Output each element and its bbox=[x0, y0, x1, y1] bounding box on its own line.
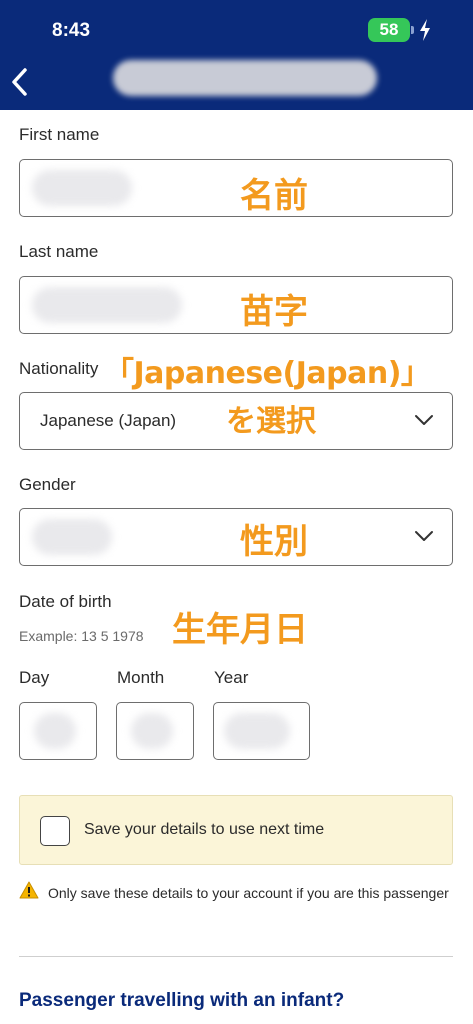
chevron-down-icon bbox=[415, 531, 433, 541]
redacted-value bbox=[34, 713, 76, 749]
dob-hint: Example: 13 5 1978 bbox=[19, 628, 144, 644]
chevron-down-icon bbox=[415, 415, 433, 425]
first-name-label: First name bbox=[19, 125, 100, 144]
annotation-first-name: 名前 bbox=[240, 176, 308, 216]
gender-select[interactable] bbox=[19, 508, 453, 566]
first-name-input[interactable] bbox=[19, 159, 453, 217]
warning-text: Only save these details to your account … bbox=[48, 885, 449, 901]
warning-icon bbox=[19, 881, 39, 899]
annotation-dob: 生年月日 bbox=[172, 610, 308, 650]
redacted-value bbox=[131, 713, 173, 749]
year-input[interactable] bbox=[213, 702, 310, 760]
annotation-last-name: 苗字 bbox=[240, 292, 308, 332]
save-details-label[interactable]: Save your details to use next time bbox=[84, 821, 324, 839]
dob-label: Date of birth bbox=[19, 592, 112, 611]
day-label: Day bbox=[19, 668, 50, 687]
redacted-value bbox=[32, 519, 112, 555]
redacted-value bbox=[32, 170, 132, 206]
redacted-title bbox=[113, 60, 377, 96]
back-chevron-icon[interactable] bbox=[8, 64, 32, 100]
gender-label: Gender bbox=[19, 475, 76, 494]
divider bbox=[19, 956, 453, 957]
annotation-nationality: 「Japanese(Japan)」 bbox=[104, 356, 431, 391]
nationality-value: Japanese (Japan) bbox=[40, 411, 177, 430]
nationality-label: Nationality bbox=[19, 359, 99, 378]
last-name-input[interactable] bbox=[19, 276, 453, 334]
redacted-value bbox=[32, 287, 182, 323]
battery-indicator: 58 bbox=[368, 18, 410, 42]
year-label: Year bbox=[214, 668, 249, 687]
charging-bolt-icon bbox=[420, 19, 430, 41]
infant-section-title[interactable]: Passenger travelling with an infant? bbox=[19, 990, 344, 1012]
day-input[interactable] bbox=[19, 702, 97, 760]
redacted-value bbox=[224, 713, 290, 749]
save-details-panel: Save your details to use next time bbox=[19, 795, 453, 865]
month-label: Month bbox=[117, 668, 165, 687]
save-details-checkbox[interactable] bbox=[40, 816, 70, 846]
annotation-nationality-select: を選択 bbox=[226, 404, 316, 439]
battery-tip bbox=[411, 26, 414, 34]
annotation-gender: 性別 bbox=[240, 522, 308, 562]
status-time: 8:43 bbox=[52, 20, 91, 41]
month-input[interactable] bbox=[116, 702, 194, 760]
header-bar: 8:43 58 bbox=[0, 0, 473, 110]
last-name-label: Last name bbox=[19, 242, 99, 261]
